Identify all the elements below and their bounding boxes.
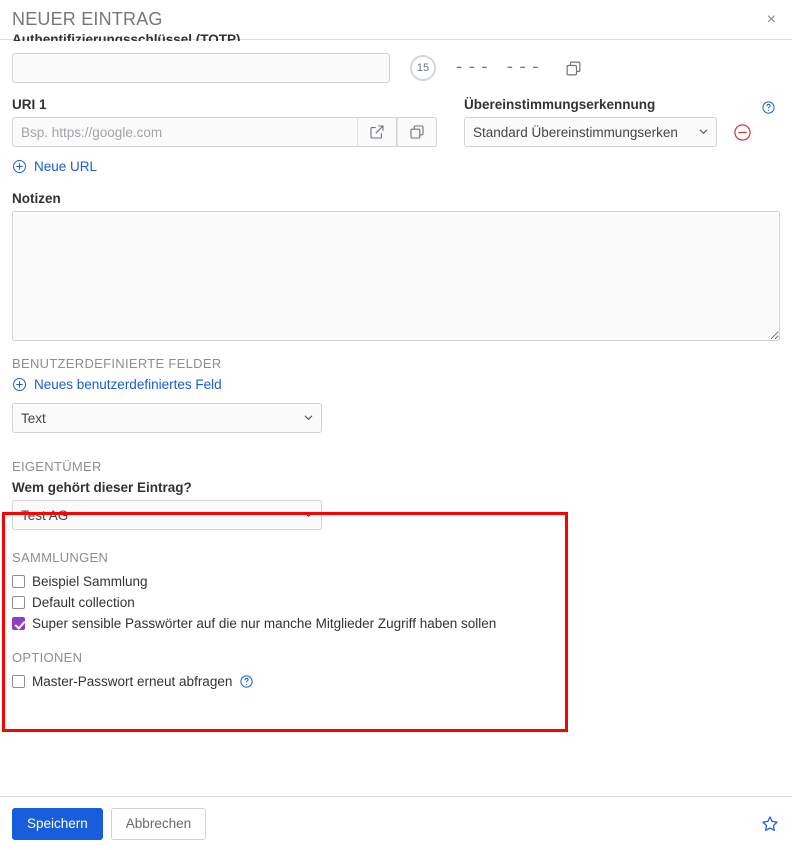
add-custom-field-link[interactable]: Neues benutzerdefiniertes Feld [12, 377, 222, 392]
add-url-label: Neue URL [34, 159, 98, 174]
notes-textarea[interactable] [12, 211, 780, 341]
modal-footer: Speichern Abbrechen [0, 796, 792, 850]
close-icon[interactable]: × [763, 10, 780, 30]
list-item-label: Beispiel Sammlung [32, 574, 148, 589]
plus-circle-icon [12, 377, 27, 392]
reprompt-help-icon[interactable] [239, 674, 254, 689]
notes-label: Notizen [12, 191, 61, 206]
match-detection-select-wrap: Standard Übereinstimmungserken [464, 117, 717, 147]
match-detection-select[interactable]: Standard Übereinstimmungserken [464, 117, 717, 147]
custom-fields-section-title: BENUTZERDEFINIERTE FELDER [12, 356, 222, 371]
notes-section: Notizen [12, 191, 780, 344]
uri-launch-icon[interactable] [357, 117, 397, 147]
uri-left-col: URI 1 [12, 97, 464, 147]
add-custom-field-label: Neues benutzerdefiniertes Feld [34, 377, 222, 392]
uri-input-group [12, 117, 464, 147]
owner-select-wrap: Test AG [12, 500, 322, 530]
add-url-link[interactable]: Neue URL [12, 159, 97, 174]
totp-row: 15 --- --- [12, 53, 780, 83]
collections-section: SAMMLUNGEN Beispiel Sammlung Default col… [12, 550, 780, 634]
match-detection-label: Übereinstimmungserkennung [464, 97, 656, 112]
uri-match-col: Übereinstimmungserkennung Standard Übere… [464, 97, 780, 147]
options-section: OPTIONEN Master-Passwort erneut abfragen [12, 650, 780, 692]
uri-label: URI 1 [12, 97, 47, 112]
totp-copy-icon[interactable] [565, 60, 582, 77]
totp-label: Authentifizierungsschlüssel (TOTP) [12, 32, 241, 41]
uri-copy-icon[interactable] [397, 117, 437, 147]
owner-select[interactable]: Test AG [12, 500, 322, 530]
save-button[interactable]: Speichern [12, 807, 103, 840]
modal-body: Authentifizierungsschlüssel (TOTP) 15 --… [0, 32, 792, 692]
custom-field-type-select[interactable]: Text [12, 403, 322, 433]
reprompt-label: Master-Passwort erneut abfragen [32, 674, 233, 689]
totp-countdown-value: 15 [416, 62, 430, 74]
options-section-title: OPTIONEN [12, 650, 83, 665]
plus-circle-icon [12, 159, 27, 174]
owner-question: Wem gehört dieser Eintrag? [12, 480, 192, 495]
reprompt-row[interactable]: Master-Passwort erneut abfragen [12, 671, 780, 692]
uri-section: URI 1 Übereinstimmu [12, 97, 780, 147]
list-item-label: Default collection [32, 595, 135, 610]
cancel-button[interactable]: Abbrechen [110, 807, 207, 840]
uri-input[interactable] [12, 117, 357, 147]
collection-checkbox[interactable] [12, 617, 25, 630]
list-item[interactable]: Beispiel Sammlung [12, 571, 780, 592]
totp-input[interactable] [12, 53, 390, 83]
list-item-label: Super sensible Passwörter auf die nur ma… [32, 616, 497, 631]
totp-countdown-ring: 15 [410, 55, 436, 81]
list-item[interactable]: Default collection [12, 592, 780, 613]
page-title: NEUER EINTRAG [12, 9, 163, 29]
custom-field-type-select-wrap: Text [12, 403, 322, 433]
list-item[interactable]: Super sensible Passwörter auf die nur ma… [12, 613, 780, 634]
collection-checkbox[interactable] [12, 596, 25, 609]
reprompt-checkbox[interactable] [12, 675, 25, 688]
collection-checkbox[interactable] [12, 575, 25, 588]
collections-section-title: SAMMLUNGEN [12, 550, 109, 565]
uri-remove-icon[interactable] [733, 123, 752, 142]
favorite-star-icon[interactable] [760, 814, 780, 834]
match-detection-help-icon[interactable] [761, 100, 776, 115]
owner-section-title: EIGENTÜMER [12, 459, 102, 474]
owner-section: EIGENTÜMER Wem gehört dieser Eintrag? Te… [12, 459, 780, 530]
custom-fields-section: BENUTZERDEFINIERTE FELDER Neues benutzer… [12, 356, 780, 433]
totp-code: --- --- [454, 58, 543, 78]
